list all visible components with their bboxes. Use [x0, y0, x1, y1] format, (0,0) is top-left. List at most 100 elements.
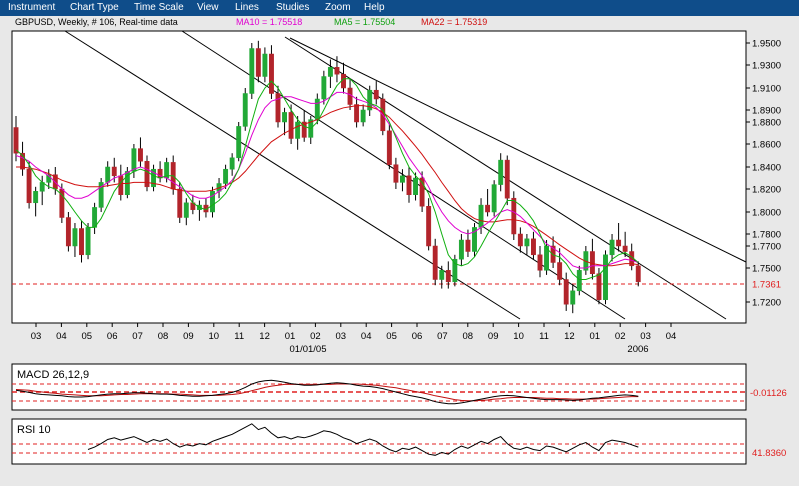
candle[interactable]	[98, 178, 104, 212]
candle-body	[603, 254, 608, 301]
menu-zoom[interactable]: Zoom	[325, 2, 351, 13]
candle-body	[65, 217, 71, 247]
candle-body	[439, 270, 445, 280]
time-sublabel-year-start: 01/01/05	[290, 344, 327, 355]
candle[interactable]	[511, 191, 517, 240]
menu-chart-type[interactable]: Chart Type	[70, 2, 119, 13]
candle-body	[596, 273, 602, 301]
candle[interactable]	[65, 212, 71, 252]
candle-body	[400, 175, 405, 183]
price-tick-label: 1.9300	[752, 61, 781, 72]
chart-area: GBPUSD, Weekly, # 106, Real-time data MA…	[0, 16, 799, 481]
candle-body	[33, 191, 39, 204]
candle-body	[478, 204, 484, 228]
candle-body	[249, 48, 255, 94]
candle[interactable]	[85, 223, 91, 260]
candle-body	[105, 166, 111, 183]
candle[interactable]	[242, 88, 248, 131]
candle-body	[295, 121, 301, 139]
time-tick-label: 12	[259, 331, 270, 342]
rsi-panel	[11, 418, 747, 465]
price-tick-label: 1.9100	[752, 84, 781, 95]
time-tick-label: 04	[361, 331, 372, 342]
candle-body	[72, 228, 78, 247]
time-tick-label: 03	[336, 331, 347, 342]
time-tick-label: 09	[488, 331, 499, 342]
time-tick-label: 01	[285, 331, 296, 342]
candle-body	[26, 168, 32, 204]
time-tick-label: 03	[31, 331, 42, 342]
candle-body	[491, 184, 497, 213]
time-tick-label: 05	[82, 331, 93, 342]
candle-body	[288, 112, 294, 139]
time-tick-label: 02	[615, 331, 626, 342]
macd-title: MACD 26,12,9	[17, 369, 89, 381]
time-tick-label: 11	[234, 331, 244, 342]
time-tick-label: 05	[386, 331, 397, 342]
candle-body	[138, 148, 143, 162]
candle[interactable]	[491, 180, 497, 217]
menu-instrument[interactable]: Instrument	[8, 2, 55, 13]
time-tick-label: 04	[56, 331, 67, 342]
candle-body	[360, 109, 366, 123]
time-tick-label: 07	[437, 331, 448, 342]
menu-help[interactable]: Help	[364, 2, 385, 13]
candle[interactable]	[249, 43, 255, 99]
menu-time-scale[interactable]: Time Scale	[134, 2, 184, 13]
header-symbol: GBPUSD, Weekly, # 106, Real-time data	[15, 17, 178, 27]
menu-bar: Instrument Chart Type Time Scale View Li…	[0, 0, 799, 16]
price-tick-label: 1.7500	[752, 264, 781, 275]
candle-body	[537, 254, 543, 271]
candle-body	[373, 89, 379, 100]
price-tick-label: 1.9500	[752, 39, 781, 50]
time-tick-label: 10	[513, 331, 524, 342]
candle-body	[79, 228, 84, 256]
time-tick-label: 10	[209, 331, 220, 342]
candle-body	[334, 67, 340, 75]
time-tick-label: 11	[539, 331, 549, 342]
candle[interactable]	[576, 265, 582, 296]
candle-body	[413, 177, 419, 195]
candle-body	[504, 159, 510, 199]
candle-body	[13, 127, 19, 154]
candle-body	[275, 93, 281, 123]
candle[interactable]	[432, 238, 438, 286]
price-tick-label: 1.7800	[752, 230, 781, 241]
candle-body	[242, 93, 248, 127]
ma22-label: MA22 = 1.75319	[421, 17, 487, 27]
price-tick-label: 1.8600	[752, 140, 781, 151]
candle-body	[236, 126, 242, 159]
candle[interactable]	[236, 122, 242, 162]
candle-body	[282, 112, 288, 123]
candle-body	[314, 98, 320, 120]
time-tick-label: 01	[590, 331, 601, 342]
candle-body	[321, 76, 327, 100]
candle-body	[531, 238, 536, 256]
candle[interactable]	[504, 155, 510, 206]
candle-body	[183, 202, 189, 218]
price-tick-label: 1.7700	[752, 242, 781, 253]
candle-body	[458, 239, 464, 260]
candle[interactable]	[452, 254, 458, 287]
menu-view[interactable]: View	[197, 2, 219, 13]
chart-canvas[interactable]: GBPUSD, Weekly, # 106, Real-time data MA…	[0, 16, 799, 481]
candle-body	[511, 197, 517, 235]
last-price-label: 1.7361	[752, 280, 781, 291]
rsi-title: RSI 10	[17, 424, 51, 436]
candle-body	[85, 227, 91, 256]
candle-body	[432, 245, 438, 280]
price-tick-label: 1.8200	[752, 185, 781, 196]
time-tick-label: 06	[412, 331, 423, 342]
candle[interactable]	[386, 124, 392, 170]
candle-body	[485, 204, 491, 213]
candle[interactable]	[426, 198, 432, 251]
time-tick-label: 12	[564, 331, 575, 342]
candle-body	[609, 239, 615, 256]
candle-body	[111, 166, 117, 177]
time-tick-label: 08	[158, 331, 169, 342]
macd-value-label: -0.01126	[750, 388, 787, 399]
menu-studies[interactable]: Studies	[276, 2, 309, 13]
menu-lines[interactable]: Lines	[235, 2, 259, 13]
time-sublabel-2006: 2006	[627, 344, 648, 355]
candle[interactable]	[603, 250, 608, 305]
